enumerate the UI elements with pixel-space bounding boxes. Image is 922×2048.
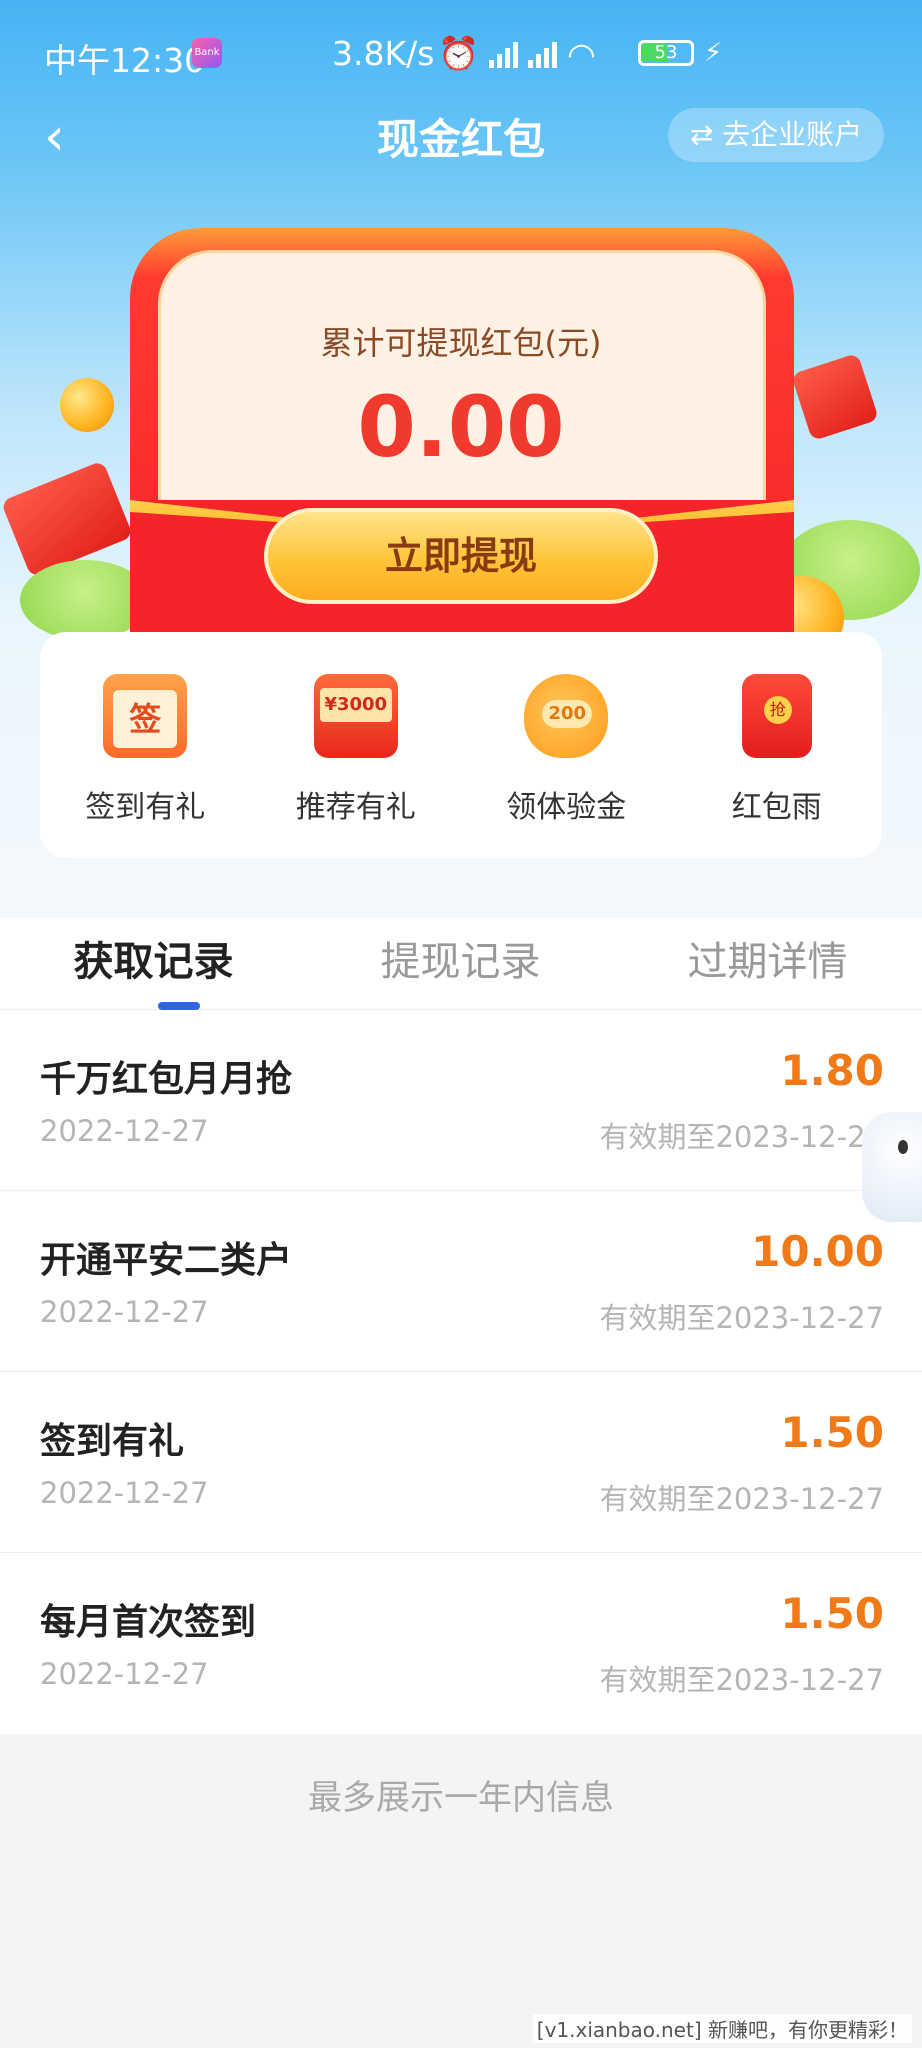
- tab-acquire-records[interactable]: 获取记录: [0, 918, 307, 1009]
- footer-note: 最多展示一年内信息: [308, 1778, 614, 1818]
- record-date: 2022-12-27: [40, 1295, 209, 1329]
- status-bar: 中午12:30 Bank 3.8K/s ⏰ ◠ 53 ⚡: [0, 0, 922, 110]
- tab-expired-details[interactable]: 过期详情: [614, 918, 921, 1009]
- sign-in-calendar-icon: [103, 674, 188, 758]
- active-tab-indicator: [158, 1002, 200, 1010]
- status-icons: ⏰ ◠: [438, 34, 596, 74]
- quick-item-red-packet-rain[interactable]: 红包雨: [672, 632, 883, 858]
- record-title: 千万红包月月抢: [40, 1059, 293, 1100]
- record-amount: 1.50: [780, 1589, 884, 1638]
- tab-withdraw-records[interactable]: 提现记录: [307, 918, 614, 1009]
- withdraw-now-button[interactable]: 立即提现: [264, 508, 658, 604]
- record-list: 千万红包月月抢 2022-12-27 1.80 有效期至2023-12-27 开…: [0, 1010, 922, 1734]
- list-item: 每月首次签到 2022-12-27 1.50 有效期至2023-12-27: [0, 1553, 922, 1734]
- charging-icon: ⚡: [704, 38, 723, 68]
- record-expiry: 有效期至2023-12-27: [599, 1663, 884, 1697]
- record-tabs: 获取记录 提现记录 过期详情: [0, 918, 922, 1010]
- recommend-envelope-icon: [313, 674, 398, 758]
- quick-item-label: 签到有礼: [85, 790, 206, 825]
- record-date: 2022-12-27: [40, 1657, 209, 1691]
- battery-icon: 53: [638, 40, 694, 66]
- record-date: 2022-12-27: [40, 1114, 209, 1148]
- wifi-icon: ◠: [567, 34, 596, 74]
- record-date: 2022-12-27: [40, 1476, 209, 1510]
- signal-icon: [528, 40, 558, 68]
- enterprise-account-button[interactable]: ⇄ 去企业账户: [668, 108, 884, 162]
- record-amount: 10.00: [751, 1227, 884, 1276]
- quick-item-recommend[interactable]: 推荐有礼: [251, 632, 462, 858]
- record-title: 每月首次签到: [40, 1602, 257, 1643]
- record-title: 开通平安二类户: [40, 1240, 293, 1281]
- quick-item-trial-fund[interactable]: 领体验金: [461, 632, 672, 858]
- list-item: 千万红包月月抢 2022-12-27 1.80 有效期至2023-12-27: [0, 1010, 922, 1191]
- list-item: 签到有礼 2022-12-27 1.50 有效期至2023-12-27: [0, 1372, 922, 1553]
- withdrawable-amount: 0.00: [357, 378, 565, 476]
- record-expiry: 有效期至2023-12-27: [599, 1120, 884, 1154]
- quick-item-label: 推荐有礼: [295, 790, 416, 825]
- withdrawable-label: 累计可提现红包(元): [320, 324, 602, 362]
- record-amount: 1.50: [780, 1408, 884, 1457]
- list-item: 开通平安二类户 2022-12-27 10.00 有效期至2023-12-27: [0, 1191, 922, 1372]
- status-time: 中午12:30: [44, 41, 206, 80]
- piggy-bank-icon: [524, 674, 609, 758]
- mascot-eye: [898, 1140, 908, 1154]
- quick-item-sign-in[interactable]: 签到有礼: [40, 632, 251, 858]
- alarm-icon: ⏰: [438, 34, 480, 73]
- record-expiry: 有效期至2023-12-27: [599, 1301, 884, 1335]
- signal-icon: [489, 40, 519, 68]
- floating-assistant-mascot[interactable]: [862, 1112, 922, 1222]
- record-amount: 1.80: [780, 1046, 884, 1095]
- record-title: 签到有礼: [40, 1421, 185, 1462]
- quick-menu-card: 签到有礼 推荐有礼 领体验金 红包雨: [40, 632, 882, 858]
- watermark: [v1.xianbao.net] 新赚吧，有你更精彩！: [532, 2014, 912, 2043]
- app-notification-icon: Bank: [192, 38, 222, 68]
- record-expiry: 有效期至2023-12-27: [599, 1482, 884, 1516]
- red-packet-icon: [741, 674, 812, 758]
- network-speed: 3.8K/s: [332, 34, 435, 73]
- quick-item-label: 领体验金: [506, 790, 627, 825]
- quick-item-label: 红包雨: [731, 790, 822, 825]
